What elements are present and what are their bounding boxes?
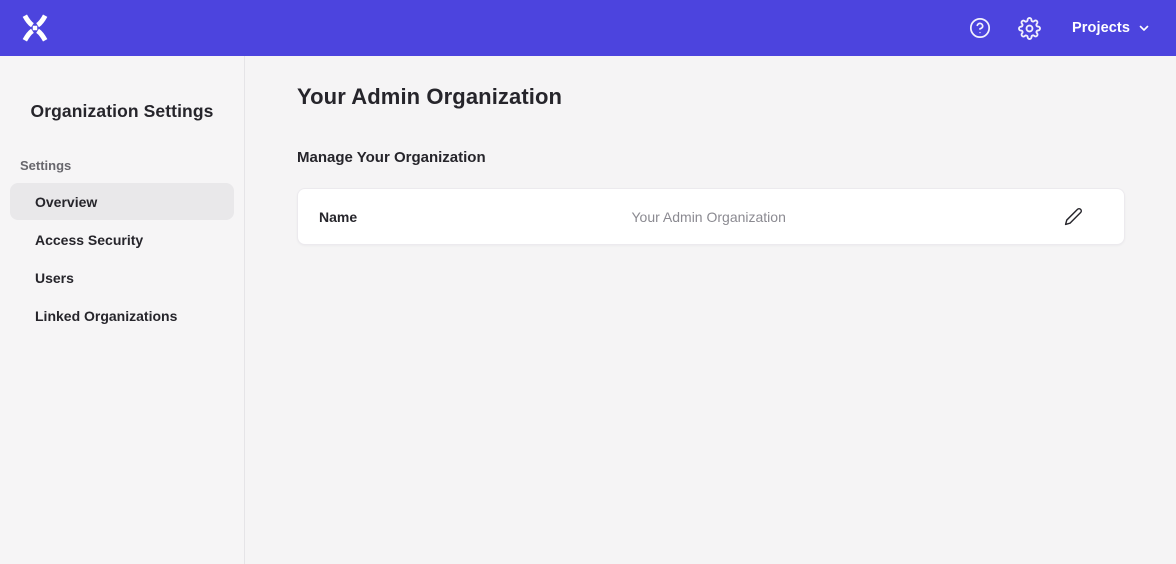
sidebar-item-access-security[interactable]: Access Security: [10, 221, 234, 258]
sidebar-item-users[interactable]: Users: [10, 259, 234, 296]
sidebar-section-label: Settings: [20, 158, 244, 173]
mux-x-logo[interactable]: [20, 13, 50, 43]
page-title: Your Admin Organization: [297, 84, 1125, 110]
sidebar-item-overview[interactable]: Overview: [10, 183, 234, 220]
section-title: Manage Your Organization: [297, 149, 1125, 166]
sidebar-title: Organization Settings: [0, 101, 244, 122]
name-field-value: Your Admin Organization: [632, 209, 786, 225]
gear-icon[interactable]: [1018, 16, 1042, 40]
sidebar-item-linked-organizations[interactable]: Linked Organizations: [10, 297, 234, 334]
help-circle-icon[interactable]: [968, 16, 992, 40]
organization-settings-sidebar: Organization Settings Settings Overview …: [0, 56, 245, 564]
top-navigation-bar: Projects: [0, 0, 1176, 56]
pencil-icon: [1064, 207, 1083, 226]
organization-name-row: Name Your Admin Organization: [297, 188, 1125, 245]
projects-dropdown[interactable]: Projects: [1072, 20, 1150, 36]
name-field-label: Name: [319, 209, 357, 225]
edit-name-button[interactable]: [1062, 206, 1084, 228]
chevron-down-icon: [1138, 22, 1150, 34]
topbar-actions: Projects: [968, 16, 1150, 40]
sidebar-nav: Overview Access Security Users Linked Or…: [0, 183, 244, 334]
main-content: Your Admin Organization Manage Your Orga…: [246, 56, 1176, 564]
projects-dropdown-label: Projects: [1072, 20, 1130, 36]
